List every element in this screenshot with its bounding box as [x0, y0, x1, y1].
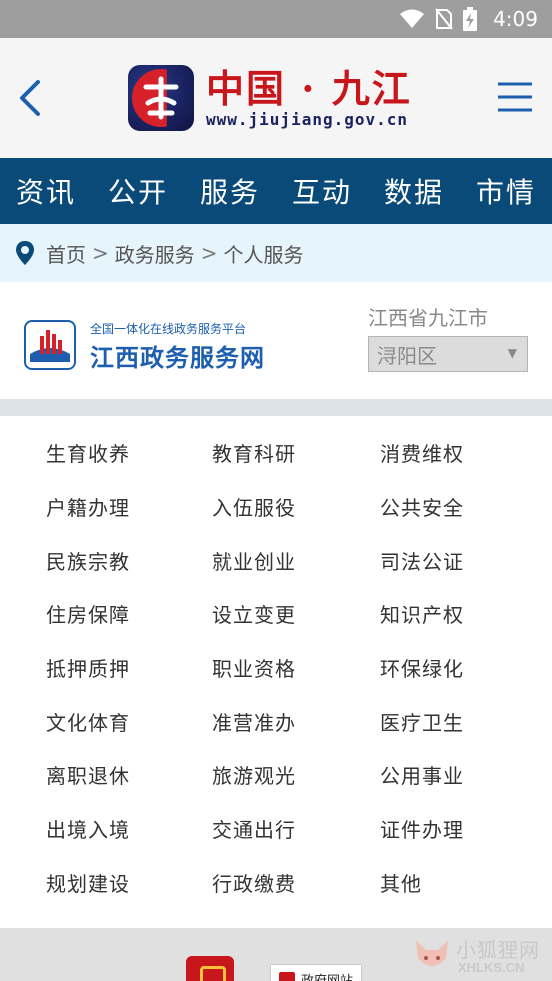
breadcrumb-personal-service: 个人服务 — [223, 242, 304, 267]
jiangxi-service-logo-icon[interactable] — [24, 320, 76, 370]
nav-item-news[interactable]: 资讯 — [0, 171, 92, 211]
platform-subtitle: 全国一体化在线政务服务平台 — [90, 322, 247, 336]
gov-badge-icon — [279, 972, 295, 981]
service-item[interactable]: 准营准办 — [212, 707, 296, 736]
no-sim-icon — [435, 8, 453, 30]
nav-item-city-info[interactable]: 市情 — [460, 171, 552, 211]
service-item[interactable]: 公用事业 — [380, 760, 464, 789]
nav-item-public[interactable]: 公开 — [92, 171, 184, 211]
watermark-en: XHLKS.CN — [458, 960, 525, 975]
service-item[interactable]: 规划建设 — [46, 868, 130, 897]
battery-charging-icon — [463, 7, 478, 31]
region-label: 江西省九江市 — [368, 306, 488, 330]
service-item[interactable]: 教育科研 — [212, 438, 296, 467]
nav-item-data[interactable]: 数据 — [368, 171, 460, 211]
service-item[interactable]: 旅游观光 — [212, 760, 296, 789]
service-item[interactable]: 离职退休 — [46, 760, 130, 789]
fox-logo-icon — [416, 940, 448, 966]
service-item[interactable]: 交通出行 — [212, 814, 296, 843]
district-select[interactable]: 浔阳区 ▼ — [368, 336, 528, 372]
breadcrumb: 首页 > 政务服务 > 个人服务 — [0, 224, 552, 282]
service-category-grid: 生育收养 教育科研 消费维权 户籍办理 入伍服役 公共安全 民族宗教 就业创业 … — [0, 416, 552, 928]
logo-title: 中国 · 九江 — [206, 65, 412, 111]
nav-item-service[interactable]: 服务 — [184, 171, 276, 211]
service-item[interactable]: 住房保障 — [46, 599, 130, 628]
page-footer: 政府网站 小狐狸网 XHLKS.CN — [0, 928, 552, 981]
service-item[interactable]: 户籍办理 — [46, 492, 130, 521]
location-pin-icon — [16, 241, 34, 265]
status-bar: 4:09 — [0, 0, 552, 38]
service-item[interactable]: 入伍服役 — [212, 492, 296, 521]
hamburger-menu-icon[interactable] — [496, 80, 534, 114]
service-item[interactable]: 知识产权 — [380, 599, 464, 628]
platform-title[interactable]: 江西政务服务网 — [90, 338, 265, 373]
service-item[interactable]: 出境入境 — [46, 814, 130, 843]
nav-item-interact[interactable]: 互动 — [276, 171, 368, 211]
service-item[interactable]: 民族宗教 — [46, 546, 130, 575]
service-item[interactable]: 职业资格 — [212, 653, 296, 682]
breadcrumb-home[interactable]: 首页 — [46, 239, 86, 268]
service-item[interactable]: 抵押质押 — [46, 653, 130, 682]
service-item[interactable]: 文化体育 — [46, 707, 130, 736]
breadcrumb-separator: > — [92, 241, 109, 265]
main-nav: 资讯 公开 服务 互动 数据 市情 — [0, 158, 552, 224]
service-item[interactable]: 医疗卫生 — [380, 707, 464, 736]
service-item[interactable]: 设立变更 — [212, 599, 296, 628]
service-item[interactable]: 环保绿化 — [380, 653, 464, 682]
wifi-icon — [400, 9, 425, 28]
service-item[interactable]: 行政缴费 — [212, 868, 296, 897]
service-item[interactable]: 生育收养 — [46, 438, 130, 467]
service-item[interactable]: 司法公证 — [380, 546, 464, 575]
chevron-left-icon[interactable] — [14, 78, 50, 118]
section-divider — [0, 400, 552, 416]
jiujiang-emblem-icon — [128, 65, 194, 131]
breadcrumb-gov-service[interactable]: 政务服务 — [115, 239, 195, 268]
watermark-cn: 小狐狸网 — [456, 938, 540, 962]
site-logo[interactable]: 中国 · 九江 www.jiujiang.gov.cn — [128, 64, 412, 132]
party-emblem-icon[interactable] — [186, 956, 234, 981]
watermark: 小狐狸网 XHLKS.CN — [412, 932, 552, 978]
platform-banner: 全国一体化在线政务服务平台 江西政务服务网 江西省九江市 浔阳区 ▼ — [0, 282, 552, 400]
status-time: 4:09 — [493, 7, 538, 31]
service-item[interactable]: 其他 — [380, 868, 422, 897]
service-item[interactable]: 消费维权 — [380, 438, 464, 467]
breadcrumb-separator: > — [200, 241, 218, 265]
service-item[interactable]: 就业创业 — [212, 546, 296, 575]
logo-url: www.jiujiang.gov.cn — [206, 109, 409, 129]
district-selected-value: 浔阳区 — [377, 343, 437, 368]
gov-badge-label: 政府网站 — [301, 973, 354, 981]
gov-site-badge[interactable]: 政府网站 — [270, 964, 362, 981]
service-item[interactable]: 证件办理 — [380, 814, 464, 843]
service-item[interactable]: 公共安全 — [380, 492, 464, 521]
dropdown-arrow-icon: ▼ — [507, 346, 517, 360]
site-header: 中国 · 九江 www.jiujiang.gov.cn — [0, 38, 552, 158]
